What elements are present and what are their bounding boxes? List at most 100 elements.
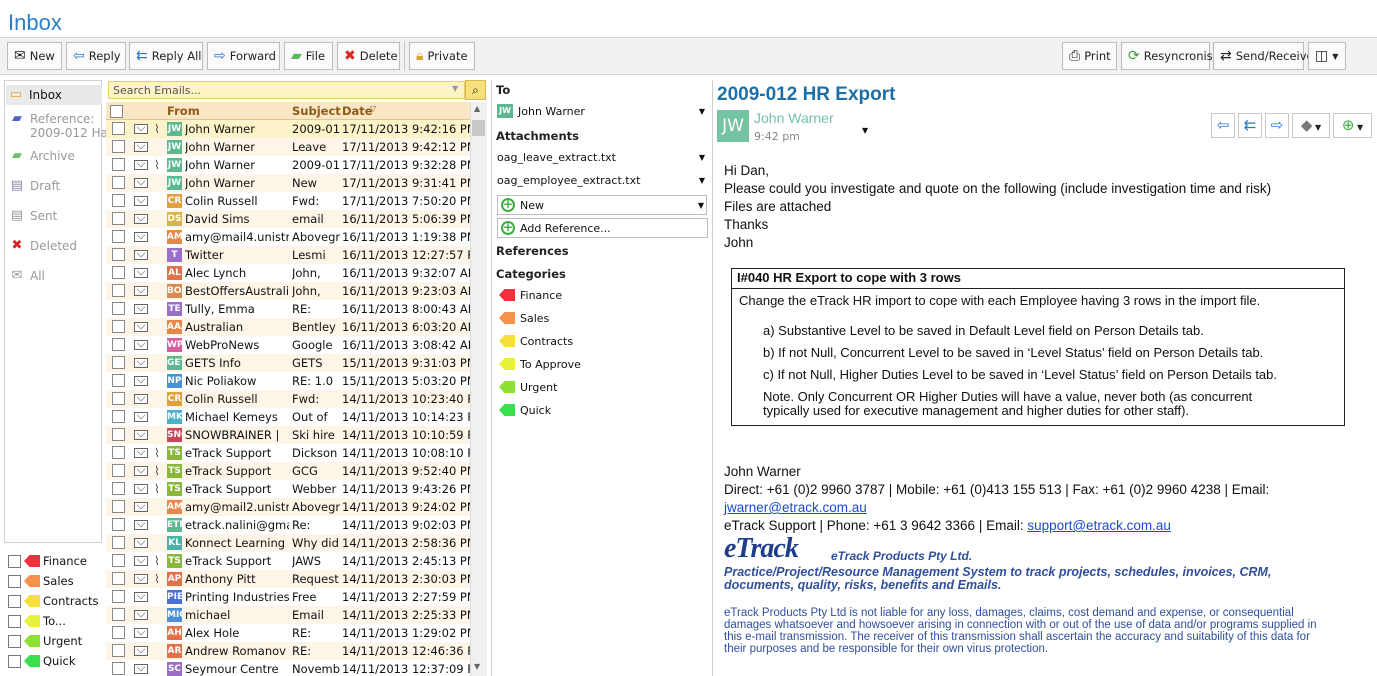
table-row[interactable]: CR Colin Russell Fwd: 17/11/2013 7:50:20 PM (106, 192, 470, 210)
category-finance[interactable]: Finance (499, 285, 709, 305)
checkbox[interactable] (8, 654, 21, 668)
table-row[interactable]: MICmichael Email 14/11/2013 2:25:33 PM (106, 606, 470, 624)
table-row[interactable]: ⌇ TS eTrack Support Dickson 14/11/2013 10:08… (106, 444, 470, 462)
search-icon[interactable]: ⌕ (465, 80, 486, 100)
checkbox[interactable] (8, 634, 21, 648)
row-checkbox[interactable] (112, 284, 125, 297)
row-checkbox[interactable] (112, 608, 125, 621)
delete-button[interactable]: ✖ Delete (337, 42, 400, 70)
row-checkbox[interactable] (112, 536, 125, 549)
row-checkbox[interactable] (112, 662, 125, 675)
table-row[interactable]: ⌇ JW John Warner 2009-01 17/11/2013 9:42:16 … (106, 120, 470, 138)
nav-item-deleted[interactable]: ✖ Deleted (9, 239, 101, 254)
category-to-approve[interactable]: To Approve (499, 354, 709, 374)
category-filter-contracts[interactable]: Contracts (8, 592, 98, 610)
checkbox[interactable] (8, 614, 21, 628)
table-row[interactable]: SC Seymour Centre Novemb 14/11/2013 12:37:0… (106, 660, 470, 676)
row-checkbox[interactable] (112, 374, 125, 387)
category-urgent[interactable]: Urgent (499, 377, 709, 397)
checkbox[interactable] (8, 554, 21, 568)
checkbox[interactable] (8, 594, 21, 608)
to-recipient[interactable]: JW John Warner ▼ (497, 101, 707, 121)
email-link[interactable]: jwarner@etrack.com.au (724, 500, 867, 515)
file-button[interactable]: ▰ File (284, 42, 333, 70)
sender-name[interactable]: John Warner (754, 110, 834, 126)
row-checkbox[interactable] (112, 590, 125, 603)
category-filter-sales[interactable]: Sales (8, 572, 74, 590)
checkbox[interactable] (8, 574, 21, 588)
table-row[interactable]: AMYamy@mail2.unistratAbovegr14/11/2013 9… (106, 498, 470, 516)
scroll-up-icon[interactable]: ▲ (474, 104, 480, 113)
column-date[interactable]: Date (342, 104, 373, 118)
attachment-item[interactable]: oag_employee_extract.txt ▼ (497, 170, 707, 190)
nav-item-draft[interactable]: ▤ Draft (9, 179, 101, 194)
table-row[interactable]: DS David Sims email 16/11/2013 5:06:39 PM (106, 210, 470, 228)
table-row[interactable]: SNOSNOWBRAINER | Ski hire 14/11/2013 10:10… (106, 426, 470, 444)
row-checkbox[interactable] (112, 140, 125, 153)
forward-button[interactable]: ⇨ (1265, 113, 1289, 138)
table-row[interactable]: MK Michael Kemeys Out of 14/11/2013 10:14:2… (106, 408, 470, 426)
row-checkbox[interactable] (112, 464, 125, 477)
row-checkbox[interactable] (112, 482, 125, 495)
print-button[interactable]: ⎙ Print (1062, 42, 1117, 70)
private-button[interactable]: 🔒︎ Private (409, 42, 475, 70)
support-email-link[interactable]: support@etrack.com.au (1027, 518, 1171, 533)
column-subject[interactable]: Subject (292, 104, 341, 118)
table-row[interactable]: ⌇ TS eTrack Support Webber 14/11/2013 9:43:2… (106, 480, 470, 498)
reply-button[interactable]: ⇦ (1211, 113, 1235, 138)
table-row[interactable]: ⌇ TS eTrack Support JAWS 14/11/2013 2:45:13 … (106, 552, 470, 570)
reply-button[interactable]: ⇦ Reply (66, 42, 126, 70)
category-quick[interactable]: Quick (499, 400, 709, 420)
table-row[interactable]: ⌇ JW John Warner 2009-01 17/11/2013 9:32:28 … (106, 156, 470, 174)
row-checkbox[interactable] (112, 176, 125, 189)
category-filter-urgent[interactable]: Urgent (8, 632, 82, 650)
reply-all-button[interactable]: ⇇ Reply All (129, 42, 203, 70)
row-checkbox[interactable] (112, 518, 125, 531)
table-row[interactable]: ⌇ TS eTrack Support GCG 14/11/2013 9:52:40 P… (106, 462, 470, 480)
row-checkbox[interactable] (112, 212, 125, 225)
table-row[interactable]: NP Nic Poliakow RE: 1.0 15/11/2013 5:03:20 … (106, 372, 470, 390)
forward-button[interactable]: ⇨ Forward (207, 42, 280, 70)
table-row[interactable]: TE Tully, Emma RE: 16/11/2013 8:00:43 AM (106, 300, 470, 318)
attachment-item[interactable]: oag_leave_extract.txt ▼ (497, 147, 707, 167)
table-row[interactable]: JW John Warner New 17/11/2013 9:31:41 PM (106, 174, 470, 192)
row-checkbox[interactable] (112, 446, 125, 459)
tag-button[interactable]: ◆ ▼ (1292, 113, 1330, 138)
add-reference-button[interactable]: + Add Reference... (497, 218, 708, 238)
new-button[interactable]: ✉ New (7, 42, 62, 70)
nav-item-archive[interactable]: ▰ Archive (9, 149, 101, 164)
table-row[interactable]: T Twitter Lesmi 16/11/2013 12:27:57 PM (106, 246, 470, 264)
row-checkbox[interactable] (112, 194, 125, 207)
nav-item-all[interactable]: ✉ All (9, 269, 101, 284)
scroll-down-icon[interactable]: ▼ (474, 662, 480, 671)
scrollbar-thumb[interactable] (472, 120, 485, 136)
table-row[interactable]: CR Colin Russell Fwd: 14/11/2013 10:23:40 P… (106, 390, 470, 408)
category-sales[interactable]: Sales (499, 308, 709, 328)
row-checkbox[interactable] (112, 338, 125, 351)
table-row[interactable]: PIE Printing Industries Free 14/11/2013 2:2… (106, 588, 470, 606)
row-checkbox[interactable] (112, 302, 125, 315)
row-checkbox[interactable] (112, 356, 125, 369)
resync-button[interactable]: ⟳ Resyncronise (1121, 42, 1220, 70)
row-checkbox[interactable] (112, 554, 125, 567)
chevron-down-icon[interactable]: ▼ (862, 126, 868, 135)
nav-item-sent[interactable]: ▤ Sent (9, 209, 101, 224)
row-checkbox[interactable] (112, 158, 125, 171)
table-row[interactable]: GETGETS Info GETS 15/11/2013 9:31:03 PM (106, 354, 470, 372)
nav-item-reference[interactable]: ▰ Reference: 2009-012 Ha (9, 112, 108, 141)
table-row[interactable]: BOABestOffersAustraliaJohn, 16/11/2013 9:… (106, 282, 470, 300)
column-from[interactable]: From (167, 104, 200, 118)
search-input[interactable]: Search Emails... (108, 81, 465, 99)
category-filter-quick[interactable]: Quick (8, 652, 76, 670)
row-checkbox[interactable] (112, 626, 125, 639)
table-row[interactable]: AAAAustralian Bentley 16/11/2013 6:03:20 A… (106, 318, 470, 336)
category-filter-finance[interactable]: Finance (8, 552, 87, 570)
reply-all-button[interactable]: ⇇ (1238, 113, 1262, 138)
row-checkbox[interactable] (112, 122, 125, 135)
send-receive-button[interactable]: ⇄ Send/Receive (1213, 42, 1314, 70)
table-row[interactable]: AR Andrew Romanov RE: 14/11/2013 12:46:36 P… (106, 642, 470, 660)
email-list-scrollbar[interactable] (470, 102, 487, 676)
row-checkbox[interactable] (112, 572, 125, 585)
table-row[interactable]: KL Konnect Learning Why did 14/11/2013 2:58… (106, 534, 470, 552)
new-dropdown[interactable]: + New ▼ (497, 195, 707, 215)
